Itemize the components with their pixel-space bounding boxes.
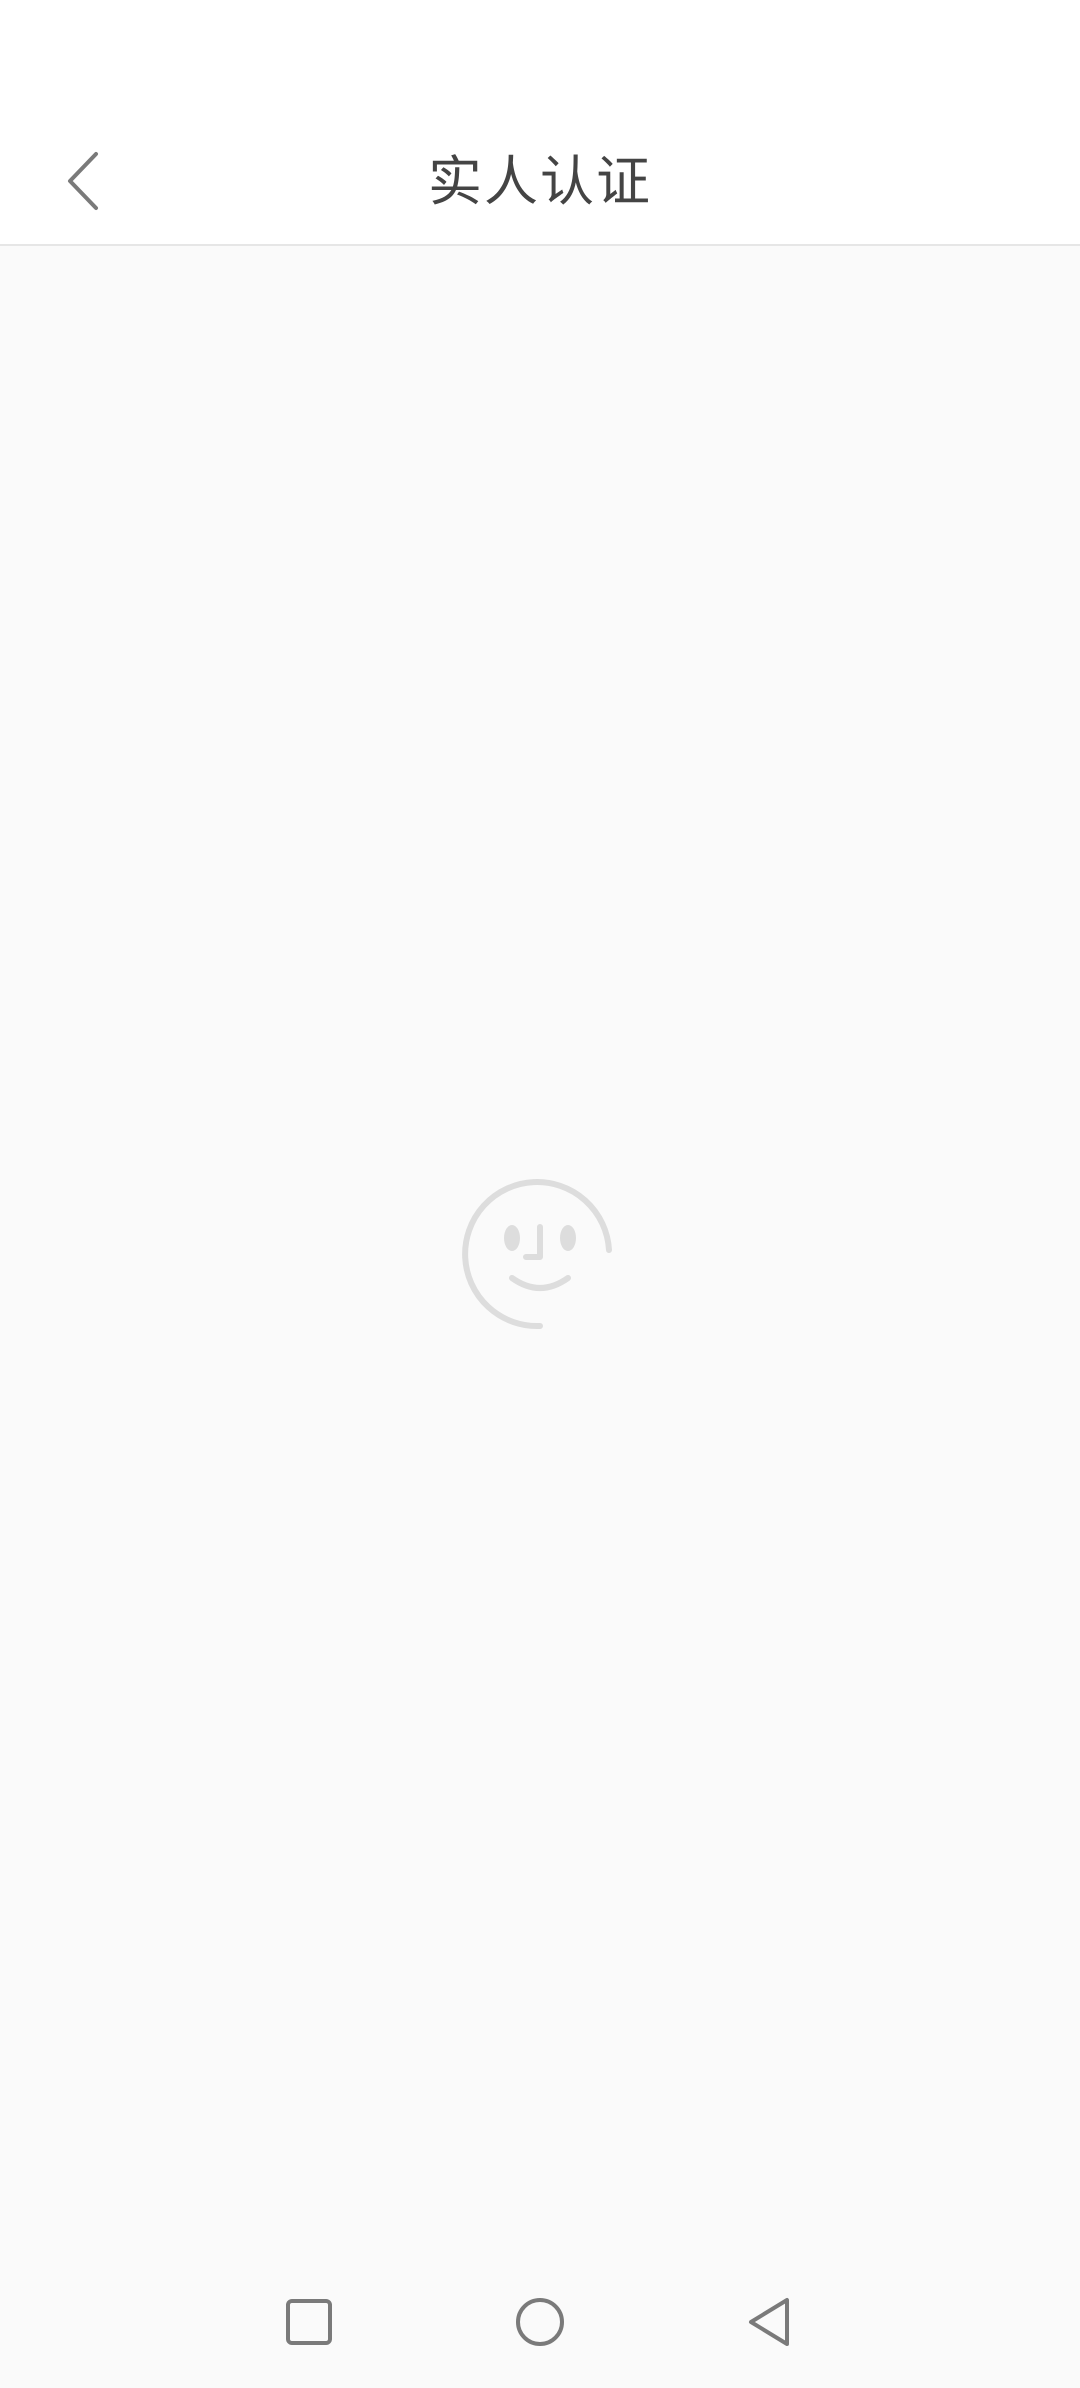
triangle-back-icon — [749, 2298, 789, 2346]
system-back-button[interactable] — [729, 2282, 809, 2362]
screen: 实人认证 — [0, 0, 1080, 2388]
title-bar: 实人认证 — [0, 120, 1080, 246]
content-area — [0, 246, 1080, 2256]
status-bar — [0, 0, 1080, 120]
circle-icon — [516, 2298, 564, 2346]
recent-apps-button[interactable] — [269, 2282, 349, 2362]
face-scan-loading-icon — [462, 1179, 612, 1330]
home-button[interactable] — [500, 2282, 580, 2362]
square-icon — [286, 2299, 332, 2345]
page-title: 实人认证 — [428, 150, 652, 213]
system-navigation-bar — [0, 2256, 1080, 2388]
